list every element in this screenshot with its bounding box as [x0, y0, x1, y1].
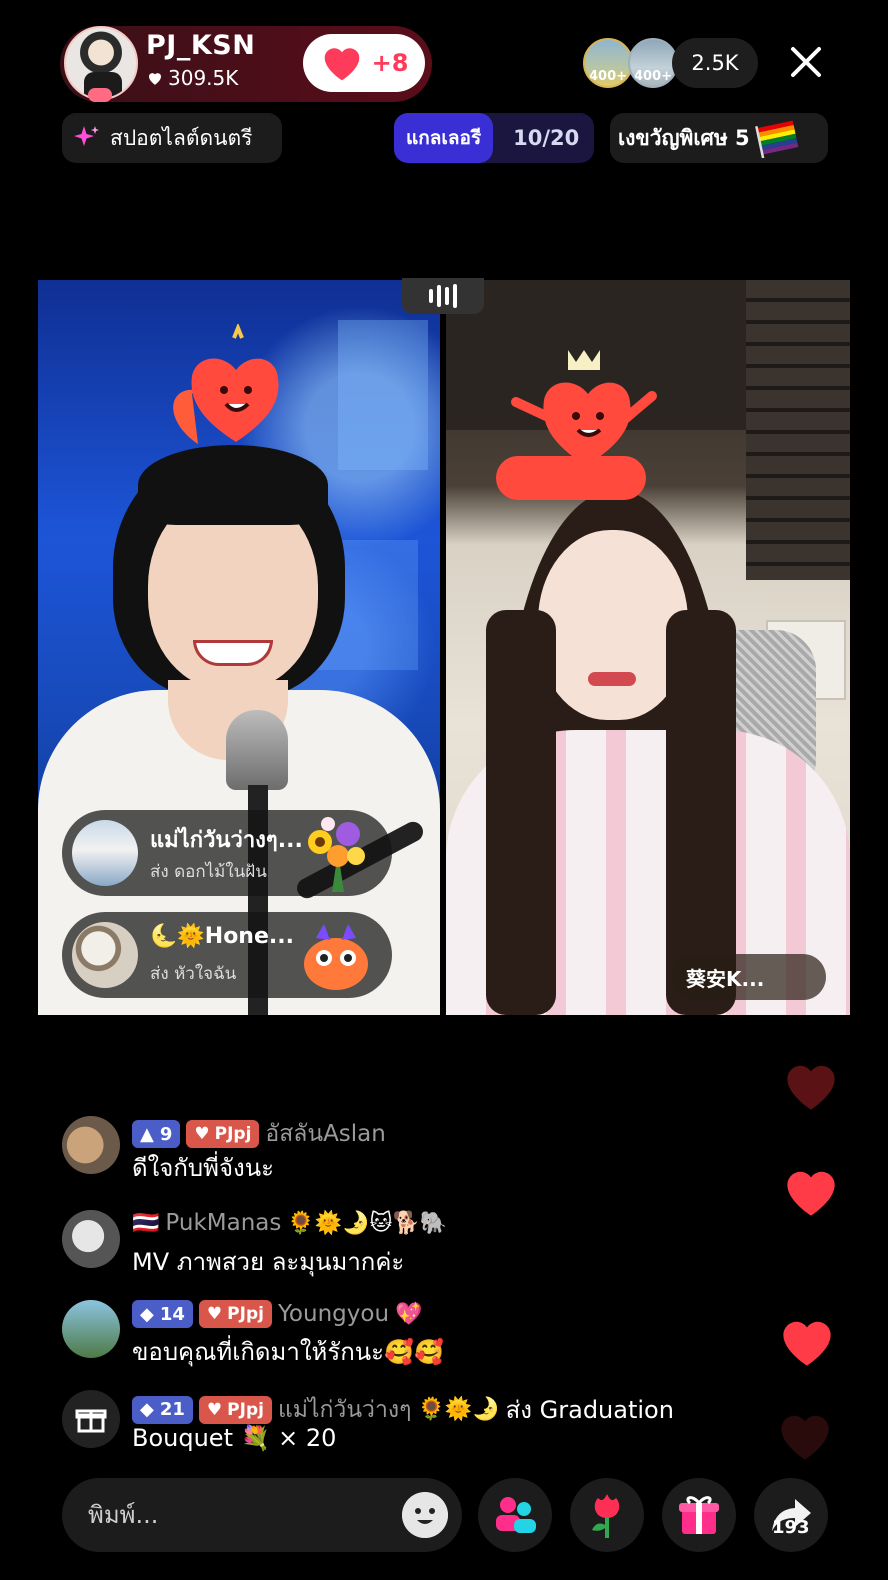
host-likes-count: 309.5K: [168, 66, 239, 90]
fan-badge: ♥ PJpj: [198, 1395, 272, 1424]
host-live-badge: [88, 88, 112, 102]
gallery-label: แกลเลอรี: [394, 113, 494, 163]
guest-name-tag[interactable]: 葵安K...: [672, 954, 826, 1000]
guest-name: 葵安K...: [686, 966, 765, 991]
comment-input[interactable]: [88, 1492, 388, 1538]
gift-notification[interactable]: 🌜🌞Hone... ส่ง หัวใจฉัน: [62, 912, 392, 998]
name-emojis: 🌻🌞🌛: [417, 1397, 500, 1422]
sender-avatar: [72, 820, 138, 886]
multi-guest-button[interactable]: [478, 1478, 552, 1552]
name-emojis: 🌻🌞🌛🐱🐕🐘: [287, 1210, 448, 1236]
rainbow-flag-icon: [754, 120, 798, 158]
fan-badge: ♥ PJpj: [186, 1120, 260, 1148]
follow-button[interactable]: +8: [303, 34, 425, 92]
level-badge: ◆ 21: [132, 1395, 193, 1424]
heart-effect-icon: [173, 324, 279, 444]
gallery-chip[interactable]: แกลเลอรี 10/20: [394, 113, 594, 163]
gift-sender: แม่ไก่วันว่างๆ...: [150, 828, 303, 853]
emoji-icon[interactable]: [402, 1492, 448, 1538]
share-button[interactable]: [754, 1478, 828, 1552]
gallery-count: 10/20: [513, 126, 580, 150]
gift-action: ส่ง Graduation: [505, 1396, 674, 1424]
guest-video-panel[interactable]: [446, 280, 850, 1015]
host-name: PJ_KSN: [146, 30, 256, 61]
sparkle-icon: [74, 126, 99, 146]
floating-heart-icon: [787, 1171, 835, 1216]
people-icon: [496, 1497, 536, 1533]
gift-action: ส่ง ดอกไม้ในฝัน: [150, 862, 267, 882]
viewer-count[interactable]: 2.5K: [672, 38, 758, 88]
level-badge: ▲ 9: [132, 1120, 181, 1148]
chat-username: PukManas: [165, 1210, 282, 1236]
heart-icon: [324, 48, 359, 81]
sender-avatar: [72, 922, 138, 988]
gift-sender: 🌜🌞Hone...: [150, 924, 294, 949]
spotlight-label: สปอตไลต์ดนตรี: [110, 125, 253, 150]
gift-button[interactable]: [662, 1478, 736, 1552]
gift-action: ส่ง หัวใจฉัน: [150, 964, 237, 984]
chat-avatar: [62, 1116, 120, 1174]
floating-heart-icon: [787, 1065, 835, 1110]
gift-notification[interactable]: แม่ไก่วันว่างๆ... ส่ง ดอกไม้ในฝัน: [62, 810, 392, 896]
follow-count: +8: [371, 49, 409, 77]
chat-username: Youngyou: [277, 1301, 390, 1327]
close-icon[interactable]: [788, 44, 824, 80]
chat-text: ดีใจกับพี่จังนะ: [132, 1154, 275, 1182]
heart-effect-icon: [496, 350, 657, 500]
chat-text: MV ภาพสวย ละมุนมากค่ะ: [132, 1248, 405, 1276]
gift-chat-icon: [62, 1390, 120, 1448]
share-count: 193: [772, 1517, 810, 1538]
microphone: [226, 710, 288, 790]
chat-username: แม่ไก่วันว่างๆ: [277, 1396, 412, 1423]
flag-icon: 🇹🇭: [132, 1210, 160, 1236]
floating-heart-icon: [783, 1321, 831, 1366]
battle-divider-icon: [402, 278, 484, 314]
chat-avatar: [62, 1300, 120, 1358]
chat-username: อัสลันAslan: [265, 1121, 386, 1147]
monster-gift-icon: [304, 924, 368, 990]
gift-icon: [679, 1496, 719, 1534]
special-gift-chip[interactable]: เงขวัญพิเศษ 5: [610, 113, 828, 163]
host-likes: 309.5K: [146, 66, 238, 90]
rose-icon: [592, 1494, 620, 1538]
floating-heart-icon: [781, 1415, 829, 1460]
chat-avatar: [62, 1210, 120, 1268]
name-emojis: 💖: [395, 1301, 423, 1327]
music-spotlight-chip[interactable]: สปอตไลต์ดนตรี: [62, 113, 282, 163]
flower-bouquet-icon: [308, 817, 365, 892]
chat-text: Bouquet 💐 × 20: [132, 1424, 337, 1452]
special-gift-label: เงขวัญพิเศษ 5: [618, 125, 750, 150]
chat-text: ขอบคุณที่เกิดมาให้รักนะ🥰🥰: [132, 1338, 444, 1366]
fan-badge: ♥ PJpj: [198, 1300, 272, 1328]
heart-icon: [149, 73, 161, 85]
host-video-panel[interactable]: [38, 280, 440, 1015]
top-viewer-avatar[interactable]: 400+: [628, 38, 678, 88]
top-viewer-avatar[interactable]: 400+: [583, 38, 633, 88]
rose-gift-button[interactable]: [570, 1478, 644, 1552]
level-badge: ◆ 14: [132, 1300, 193, 1328]
